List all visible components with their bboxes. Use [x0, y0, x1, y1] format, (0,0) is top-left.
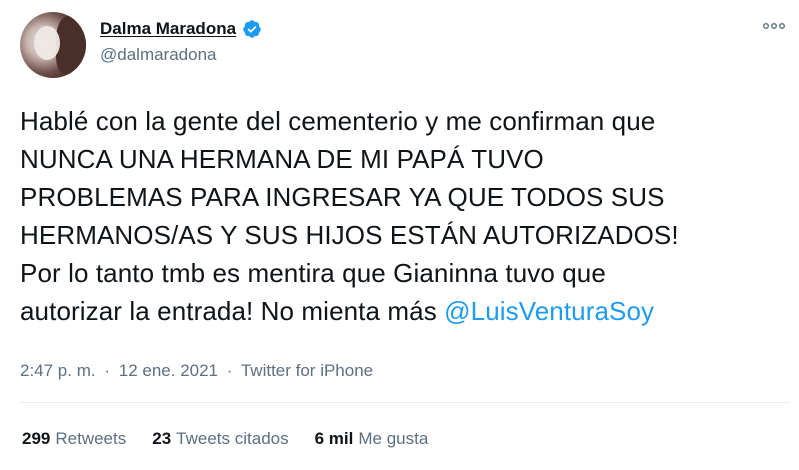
retweets-label: Retweets — [55, 429, 127, 448]
author-name-row: Dalma Maradona — [100, 18, 262, 40]
retweets-count: 299 — [22, 429, 51, 448]
tweet-card: Dalma Maradona @dalmaradona Hablé con la… — [0, 0, 799, 470]
tweet-text-line: PROBLEMAS PARA INGRESAR YA QUE TODOS SUS — [20, 182, 665, 212]
meta-separator: · — [226, 361, 233, 380]
tweet-text-line: Por lo tanto tmb es mentira que Gianinna… — [20, 258, 606, 288]
likes-stat[interactable]: 6 mil Me gusta — [315, 428, 429, 450]
tweet-text-line: NUNCA UNA HERMANA DE MI PAPÁ TUVO — [20, 144, 544, 174]
quotes-count: 23 — [152, 429, 172, 448]
tweet-date[interactable]: 12 ene. 2021 — [119, 361, 218, 380]
quotes-stat[interactable]: 23 Tweets citados — [152, 428, 288, 450]
tweet-text-last-line: autorizar la entrada! No mienta más @Lui… — [20, 292, 790, 330]
mention-link[interactable]: @LuisVenturaSoy — [444, 296, 654, 326]
meta-separator: · — [104, 361, 111, 380]
tweet-time[interactable]: 2:47 p. m. — [20, 361, 96, 380]
tweet-meta: 2:47 p. m. · 12 ene. 2021 · Twitter for … — [20, 360, 373, 382]
quotes-label: Tweets citados — [176, 429, 289, 448]
tweet-text-segment: autorizar la entrada! No mienta más — [20, 296, 445, 326]
likes-label: Me gusta — [358, 429, 429, 448]
avatar-face — [34, 26, 60, 60]
divider — [20, 402, 790, 403]
likes-count: 6 mil — [314, 429, 354, 448]
author-display-name[interactable]: Dalma Maradona — [100, 18, 236, 40]
avatar[interactable] — [20, 12, 86, 78]
retweets-stat[interactable]: 299 Retweets — [22, 428, 126, 450]
tweet-text: Hablé con la gente del cementerio y me c… — [20, 102, 790, 330]
tweet-text-line: Hablé con la gente del cementerio y me c… — [20, 106, 656, 136]
verified-badge-icon — [242, 19, 262, 39]
more-options-icon[interactable] — [762, 16, 786, 36]
tweet-text-line: HERMANOS/AS Y SUS HIJOS ESTÁN AUTORIZADO… — [20, 220, 679, 250]
tweet-stats: 299 Retweets 23 Tweets citados 6 mil Me gus… — [22, 428, 454, 450]
author-handle[interactable]: @dalmaradona — [100, 45, 217, 65]
avatar-hair — [56, 16, 86, 74]
tweet-source[interactable]: Twitter for iPhone — [241, 361, 373, 380]
